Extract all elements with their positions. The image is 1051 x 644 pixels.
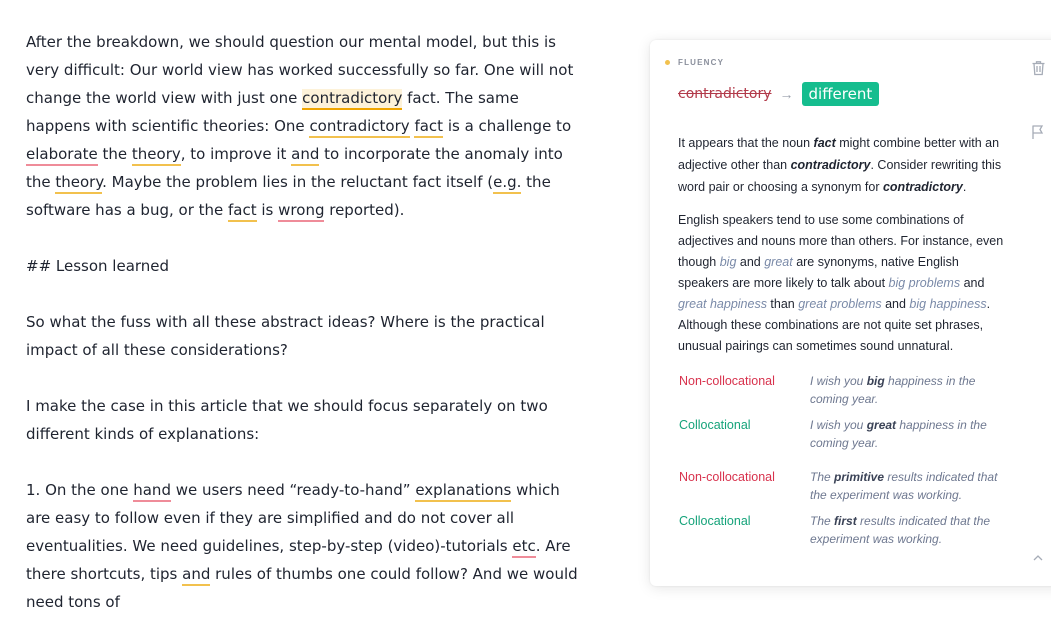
example-type: Non-collocational [679, 470, 775, 484]
example-text: I wish you great happiness in the coming… [810, 418, 987, 450]
flagged-word-fact[interactable]: fact [414, 117, 444, 138]
trash-icon[interactable] [1030, 60, 1046, 76]
document-editor[interactable]: After the breakdown, we should question … [26, 28, 586, 644]
suggestion-card[interactable]: FLUENCY contradictory → different It app… [650, 40, 1051, 586]
flagged-word-and[interactable]: and [182, 565, 211, 586]
flagged-word-explanations[interactable]: explanations [415, 481, 512, 502]
flag-icon[interactable] [1030, 124, 1046, 140]
example-row: Collocational The first results indicate… [679, 512, 1009, 548]
explanation-paragraph: English speakers tend to use some combin… [678, 213, 1004, 353]
replacement-button[interactable]: different [801, 82, 880, 106]
chevron-up-icon[interactable] [1030, 550, 1046, 566]
arrow-right-icon: → [779, 86, 794, 102]
original-word: contradictory [678, 86, 772, 102]
flagged-word-eg[interactable]: e.g. [493, 173, 522, 194]
suggestion-category: FLUENCY [665, 58, 724, 67]
example-type: Collocational [679, 514, 751, 528]
category-dot-icon [665, 60, 670, 65]
category-label: FLUENCY [678, 58, 725, 67]
paragraph[interactable]: So what the fuss with all these abstract… [26, 308, 586, 364]
example-row: Non-collocational I wish you big happine… [679, 372, 1009, 408]
example-text: I wish you big happiness in the coming y… [810, 374, 976, 406]
paragraph-heading[interactable]: ## Lesson learned [26, 252, 586, 280]
example-text: The first results indicated that the exp… [810, 514, 991, 546]
paragraph[interactable]: 1. On the one hand we users need “ready-… [26, 476, 586, 616]
example-row: Non-collocational The primitive results … [679, 468, 1009, 504]
example-text: The primitive results indicated that the… [810, 470, 998, 502]
flagged-word-elaborate[interactable]: elaborate [26, 145, 98, 166]
explanation: It appears that the noun fact might comb… [678, 132, 1004, 369]
flagged-word-etc[interactable]: etc [512, 537, 536, 558]
explanation-paragraph: It appears that the noun fact might comb… [678, 136, 1002, 194]
flagged-word-contradictory[interactable]: contradictory [302, 89, 403, 110]
examples-list: Non-collocational I wish you big happine… [679, 372, 1009, 556]
replacement-row: contradictory → different [678, 82, 880, 106]
flagged-word-fact[interactable]: fact [228, 201, 257, 222]
flagged-word-wrong[interactable]: wrong [278, 201, 325, 222]
flagged-word-theory[interactable]: theory [131, 145, 181, 166]
example-row: Collocational I wish you great happiness… [679, 416, 1009, 452]
flagged-word-hand[interactable]: hand [133, 481, 171, 502]
example-type: Collocational [679, 418, 751, 432]
example-type: Non-collocational [679, 374, 775, 388]
paragraph[interactable]: I make the case in this article that we … [26, 392, 586, 448]
flagged-word-contradictory[interactable]: contradictory [309, 117, 410, 138]
paragraph[interactable]: After the breakdown, we should question … [26, 28, 586, 224]
flagged-word-theory[interactable]: theory [55, 173, 103, 194]
flagged-word-and[interactable]: and [291, 145, 320, 166]
